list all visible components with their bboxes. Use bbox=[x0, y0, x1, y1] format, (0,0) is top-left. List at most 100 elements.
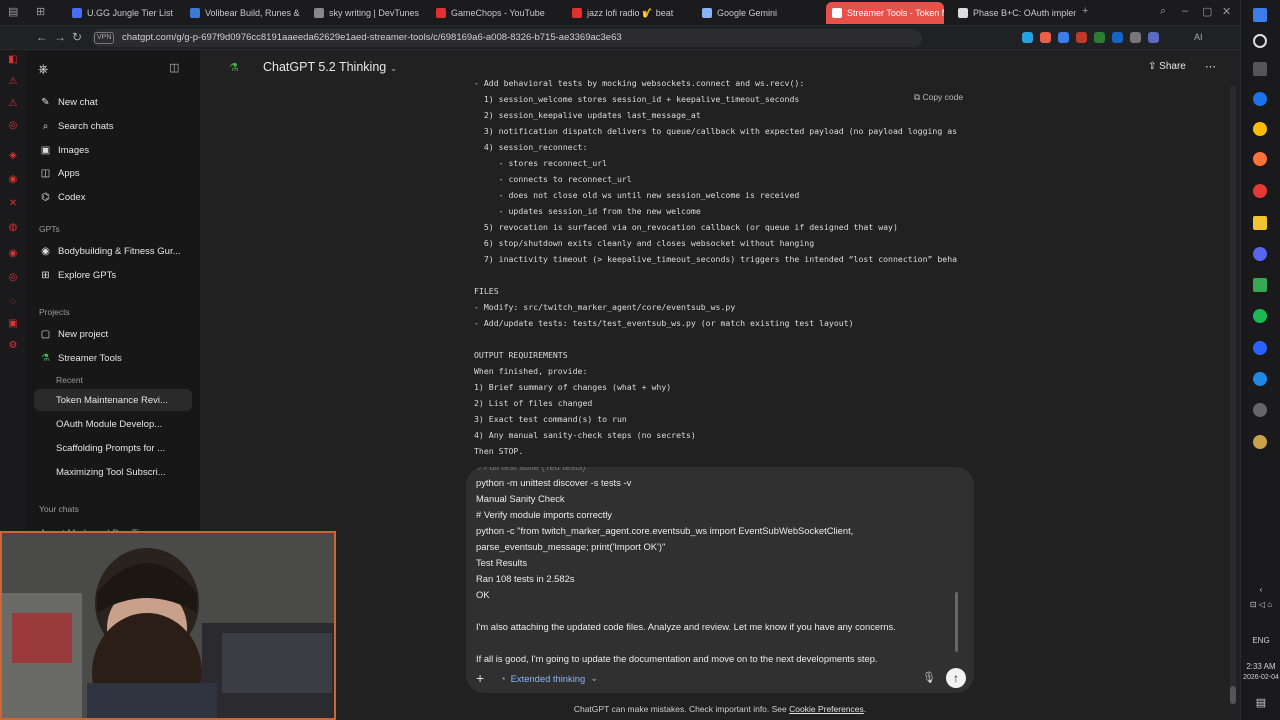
extension-icon[interactable] bbox=[1130, 32, 1141, 43]
browser-tab[interactable]: jazz lofi radio 🎷 beat bbox=[566, 2, 688, 24]
close-icon[interactable]: ✕ bbox=[1222, 5, 1231, 18]
sidebar-item-gpt-bodybuilding[interactable]: ◉ Bodybuilding & Fitness Gur... bbox=[34, 240, 192, 262]
maps-icon[interactable] bbox=[1253, 372, 1267, 386]
recent-chat-item[interactable]: Token Maintenance Revi... bbox=[34, 389, 192, 411]
your-chats-header[interactable]: Your chats bbox=[39, 504, 79, 514]
url-text: chatgpt.com/g/g-p-697f9d0976cc8191aaeeda… bbox=[122, 32, 622, 43]
browser-tab[interactable]: Streamer Tools - Token M bbox=[826, 2, 944, 24]
extension-icon[interactable] bbox=[1112, 32, 1123, 43]
extension-icon[interactable] bbox=[1058, 32, 1069, 43]
panel-icon[interactable]: ⚠ bbox=[7, 76, 19, 88]
x-icon[interactable]: ✕ bbox=[7, 198, 19, 210]
chevron-left-icon[interactable]: ‹ bbox=[1241, 585, 1280, 594]
sheets-icon[interactable] bbox=[1253, 278, 1267, 292]
panel-icon[interactable]: ◉ bbox=[7, 174, 19, 186]
reload-icon[interactable]: ↻ bbox=[72, 30, 82, 44]
notifications-icon[interactable]: ▤ bbox=[1241, 696, 1280, 709]
browser-tab[interactable]: Google Gemini bbox=[696, 2, 816, 24]
extension-icon[interactable] bbox=[1076, 32, 1087, 43]
panel-icon[interactable]: ◎ bbox=[7, 272, 19, 284]
folder-icon[interactable] bbox=[1253, 216, 1267, 230]
search-icon[interactable] bbox=[1253, 34, 1267, 48]
sidebar-item-new-project[interactable]: ▢ New project bbox=[34, 323, 192, 345]
scrollbar-thumb[interactable] bbox=[1230, 686, 1236, 704]
app-icon[interactable] bbox=[1253, 92, 1267, 106]
add-attachment-button[interactable]: + bbox=[476, 670, 484, 686]
copy-code-button[interactable]: ⧉ Copy code bbox=[914, 92, 963, 103]
openai-logo-icon[interactable]: ⎈ bbox=[38, 61, 48, 77]
panel-icon[interactable]: ⚠ bbox=[7, 98, 19, 110]
ai-label[interactable]: AI bbox=[1194, 32, 1203, 42]
panel-icon[interactable]: ▣ bbox=[7, 318, 19, 330]
url-field[interactable]: VPN chatgpt.com/g/g-p-697f9d0976cc8191aa… bbox=[92, 29, 922, 47]
spotify-icon[interactable] bbox=[1253, 309, 1267, 323]
cookie-preferences-link[interactable]: Cookie Preferences bbox=[789, 704, 864, 714]
browser-tab[interactable]: Volibear Build, Runes & Cc bbox=[184, 2, 300, 24]
browser-tab[interactable]: U.GG Jungle Tier List - Pa bbox=[66, 2, 176, 24]
sidebar-item-streamer-tools[interactable]: ⚗ Streamer Tools bbox=[34, 347, 192, 369]
search-tabs-icon[interactable]: ⌕ bbox=[1160, 5, 1166, 18]
forward-icon[interactable]: → bbox=[54, 30, 66, 44]
composer-scrollbar[interactable] bbox=[955, 592, 958, 652]
panel-icon[interactable]: ◈ bbox=[7, 150, 19, 162]
extension-icon[interactable] bbox=[1022, 32, 1033, 43]
panel-icon[interactable]: ◉ bbox=[7, 248, 19, 260]
tab-list-icon[interactable]: ⊞ bbox=[36, 5, 45, 18]
share-button[interactable]: ⇪ Share bbox=[1148, 61, 1186, 72]
minimize-icon[interactable]: – bbox=[1182, 5, 1188, 17]
extension-icon[interactable] bbox=[1094, 32, 1105, 43]
message-composer[interactable]: # Full test suite (Ted tests) python -m u… bbox=[466, 467, 974, 693]
gpts-header[interactable]: GPTs bbox=[39, 224, 60, 234]
tray-icons[interactable]: ⊡ ◁ ⌂ bbox=[1241, 600, 1280, 609]
code-line: - Add behavioral tests by mocking websoc… bbox=[474, 80, 805, 88]
tab-menu-icon[interactable]: ▤ bbox=[8, 5, 18, 18]
browser-tab[interactable]: GameChops - YouTube bbox=[430, 2, 558, 24]
profile-icon[interactable] bbox=[1148, 32, 1159, 43]
sidebar-item-explore-gpts[interactable]: ⊞ Explore GPTs bbox=[34, 264, 192, 286]
browser-tab[interactable]: sky writing | DevTunes FM bbox=[308, 2, 422, 24]
windows-icon[interactable] bbox=[1253, 8, 1267, 22]
panel-icon[interactable]: ◍ bbox=[7, 222, 19, 234]
sidebar-item-codex[interactable]: ⌬ Codex bbox=[34, 186, 192, 208]
microphone-icon[interactable]: 🎙 bbox=[922, 671, 936, 684]
new-tab-icon[interactable]: + bbox=[1082, 5, 1088, 17]
vpn-badge[interactable]: VPN bbox=[94, 32, 115, 44]
settings-icon[interactable]: ⚙ bbox=[7, 340, 19, 352]
composer-line: # Verify module imports correctly bbox=[476, 509, 612, 520]
app-icon[interactable] bbox=[1253, 435, 1267, 449]
clock-time[interactable]: 2:33 AM bbox=[1241, 662, 1280, 671]
recent-chat-item[interactable]: Maximizing Tool Subscri... bbox=[34, 461, 192, 483]
tab-title: jazz lofi radio 🎷 beat bbox=[587, 7, 674, 18]
opera-icon[interactable] bbox=[1253, 184, 1267, 198]
chrome-icon[interactable] bbox=[1253, 122, 1267, 136]
extended-thinking-toggle[interactable]: ◔ Extended thinking ⌄ bbox=[500, 672, 598, 684]
sidebar-item-new-chat[interactable]: ✎ New chat bbox=[34, 91, 192, 113]
sidebar-item-apps[interactable]: ◫ Apps bbox=[34, 162, 192, 184]
sidebar-item-images[interactable]: ▣ Images bbox=[34, 139, 192, 161]
task-view-icon[interactable] bbox=[1253, 62, 1267, 76]
discord-icon[interactable] bbox=[1253, 247, 1267, 261]
panel-icon[interactable]: ◧ bbox=[7, 54, 19, 66]
clock-date[interactable]: 2026-02-04 bbox=[1241, 674, 1280, 681]
more-options-icon[interactable]: ⋯ bbox=[1205, 60, 1216, 73]
recent-chat-item[interactable]: Scaffolding Prompts for ... bbox=[34, 437, 192, 459]
panel-icon[interactable]: ◌ bbox=[7, 296, 19, 308]
firefox-icon[interactable] bbox=[1253, 152, 1267, 166]
app-icon[interactable] bbox=[1253, 403, 1267, 417]
main-scrollbar[interactable] bbox=[1230, 86, 1236, 704]
browser-tab[interactable]: Phase B+C: OAuth implem bbox=[952, 2, 1076, 24]
sidebar-item-search-chats[interactable]: ⌕ Search chats bbox=[34, 115, 192, 137]
projects-header[interactable]: Projects bbox=[39, 307, 70, 317]
panel-icon[interactable]: ◎ bbox=[7, 120, 19, 132]
language-indicator[interactable]: ENG bbox=[1241, 636, 1280, 645]
code-line: 2) session_keepalive updates last_messag… bbox=[474, 110, 701, 120]
back-icon[interactable]: ← bbox=[36, 30, 48, 44]
model-selector[interactable]: ChatGPT 5.2 Thinking ⌄ bbox=[263, 60, 397, 74]
code-line: OUTPUT REQUIREMENTS bbox=[474, 350, 568, 360]
maximize-icon[interactable]: ▢ bbox=[1202, 5, 1212, 18]
send-button[interactable]: ↑ bbox=[946, 668, 966, 688]
recent-chat-item[interactable]: OAuth Module Develop... bbox=[34, 413, 192, 435]
app-icon[interactable] bbox=[1253, 341, 1267, 355]
extension-icon[interactable] bbox=[1040, 32, 1051, 43]
toggle-sidebar-icon[interactable]: ◫ bbox=[169, 61, 179, 74]
